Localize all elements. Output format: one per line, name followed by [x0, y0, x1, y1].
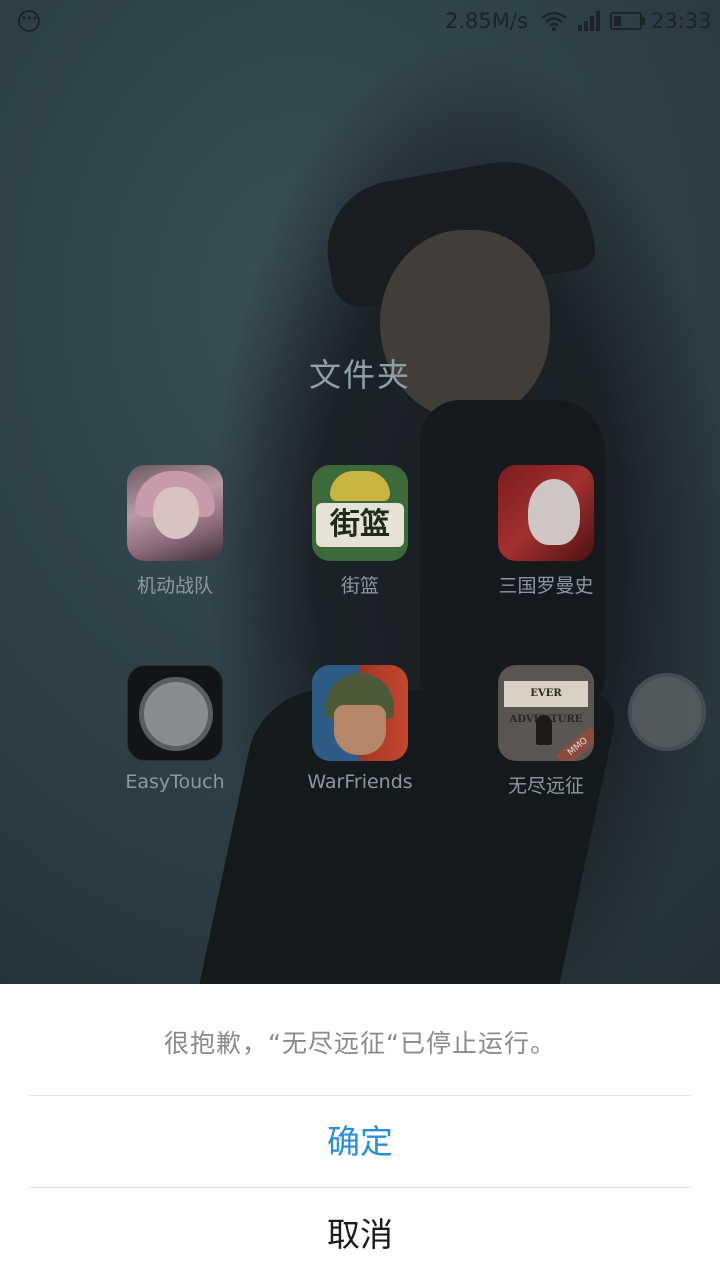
folder-title: 文件夹 — [308, 356, 411, 394]
status-bar: ••• 2.85M/s 23:33 — [0, 0, 720, 44]
app-label: 机动战队 — [136, 575, 213, 597]
app-label: 三国罗曼史 — [498, 575, 594, 597]
battery-icon — [610, 12, 645, 30]
icon-text: 街篮 — [316, 503, 404, 547]
signal-icon — [578, 11, 600, 31]
app-jielan[interactable]: 街篮 街篮 — [270, 465, 450, 598]
app-label: 无尽远征 — [507, 775, 584, 797]
wifi-icon — [541, 11, 567, 31]
street-basketball-game-icon: 街篮 — [312, 465, 408, 561]
divider — [28, 1095, 692, 1096]
network-speed: 2.85M/s — [445, 9, 528, 33]
floating-assist-ball-icon[interactable] — [628, 673, 706, 751]
warfriends-game-icon — [312, 665, 408, 761]
divider — [28, 1187, 692, 1188]
icon-text: EVER ADVENTURE — [504, 681, 588, 725]
cancel-button[interactable]: 取消 — [0, 1190, 720, 1280]
notification-dots-icon: ••• — [18, 10, 40, 32]
app-easytouch[interactable]: EasyTouch — [85, 665, 265, 793]
app-jidong-zhandui[interactable]: 机动战队 — [85, 465, 265, 598]
app-stopped-dialog: 很抱歉，“无尽远征“已停止运行。 确定 取消 — [0, 984, 720, 1280]
anime-girl-game-icon — [127, 465, 223, 561]
dialog-message: 很抱歉，“无尽远征“已停止运行。 — [164, 1029, 556, 1058]
app-wujin-yuanzheng[interactable]: EVER ADVENTURE MMO 无尽远征 — [456, 665, 636, 798]
app-label: WarFriends — [307, 771, 413, 793]
ever-adventure-game-icon: EVER ADVENTURE MMO — [498, 665, 594, 761]
app-sanguo-luomanshi[interactable]: 三国罗曼史 — [456, 465, 636, 598]
ok-button[interactable]: 确定 — [0, 1097, 720, 1187]
app-label: EasyTouch — [125, 771, 225, 793]
clock: 23:33 — [651, 9, 712, 33]
easytouch-icon — [127, 665, 223, 761]
three-kingdoms-game-icon — [498, 465, 594, 561]
app-warfriends[interactable]: WarFriends — [270, 665, 450, 793]
app-label: 街篮 — [340, 575, 379, 597]
